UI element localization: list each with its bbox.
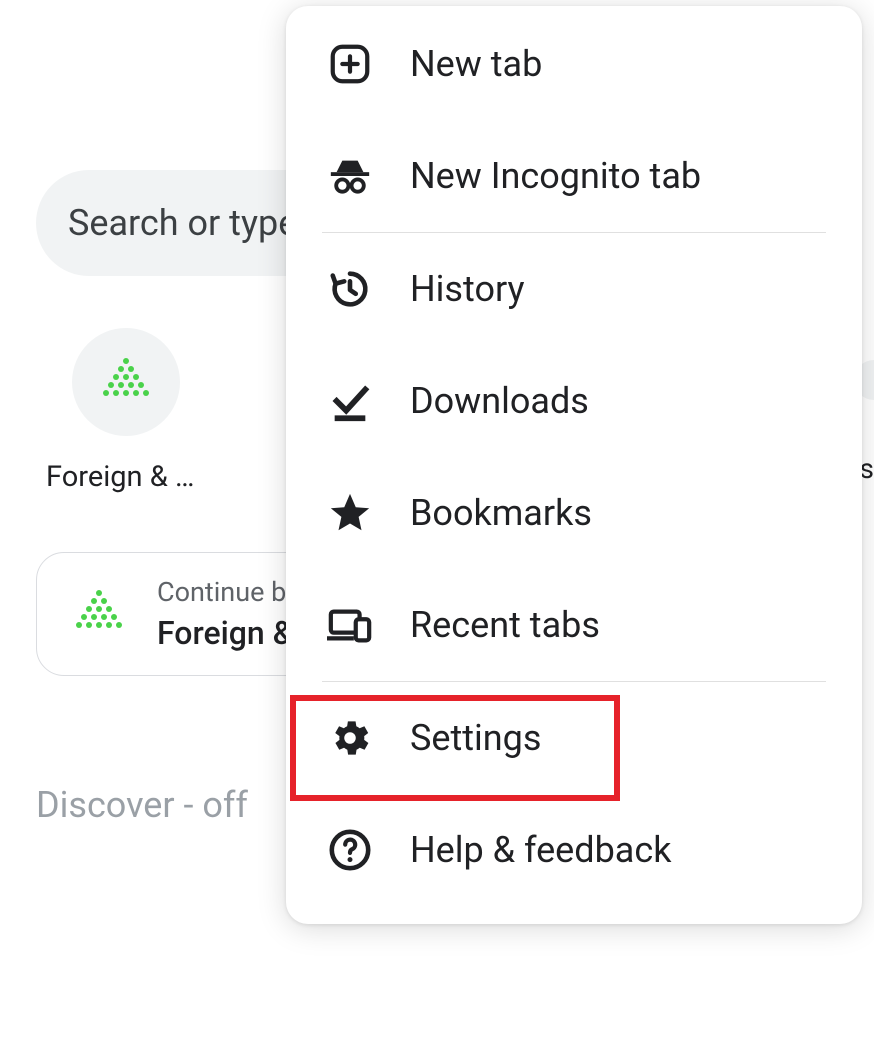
continue-card-title: Continue br — [157, 576, 295, 608]
history-icon — [326, 265, 374, 313]
shortcut-tile[interactable]: Foreign & L… — [46, 328, 206, 494]
gear-icon — [326, 714, 374, 762]
menu-item-history[interactable]: History — [286, 233, 862, 345]
menu-item-downloads[interactable]: Downloads — [286, 345, 862, 457]
star-icon — [326, 489, 374, 537]
help-circle-icon — [326, 826, 374, 874]
menu-item-label: New tab — [410, 43, 542, 85]
triangle-dots-icon — [96, 355, 156, 409]
continue-card-subtitle: Foreign & — [157, 614, 295, 652]
menu-item-label: Downloads — [410, 380, 589, 422]
menu-item-new-tab[interactable]: New tab — [286, 8, 862, 120]
menu-item-label: Bookmarks — [410, 492, 592, 534]
menu-item-help[interactable]: Help & feedback — [286, 794, 862, 906]
search-placeholder: Search or type — [68, 202, 297, 244]
menu-item-label: Recent tabs — [410, 604, 600, 646]
incognito-icon — [326, 152, 374, 200]
overflow-menu: New tab New Incognito tab History Downlo… — [286, 6, 862, 924]
menu-item-incognito[interactable]: New Incognito tab — [286, 120, 862, 232]
menu-item-label: New Incognito tab — [410, 155, 701, 197]
menu-item-label: History — [410, 268, 525, 310]
downloads-done-icon — [326, 377, 374, 425]
menu-item-label: Settings — [410, 717, 541, 759]
plus-square-icon — [326, 40, 374, 88]
devices-icon — [326, 601, 374, 649]
menu-item-recent-tabs[interactable]: Recent tabs — [286, 569, 862, 681]
continue-card-texts: Continue br Foreign & — [157, 576, 295, 652]
menu-item-settings[interactable]: Settings — [286, 682, 862, 794]
shortcut-tile-label: Foreign & L… — [46, 460, 206, 494]
triangle-dots-icon — [69, 587, 129, 641]
menu-item-bookmarks[interactable]: Bookmarks — [286, 457, 862, 569]
menu-item-label: Help & feedback — [410, 829, 671, 871]
shortcut-tile-icon — [72, 328, 180, 436]
